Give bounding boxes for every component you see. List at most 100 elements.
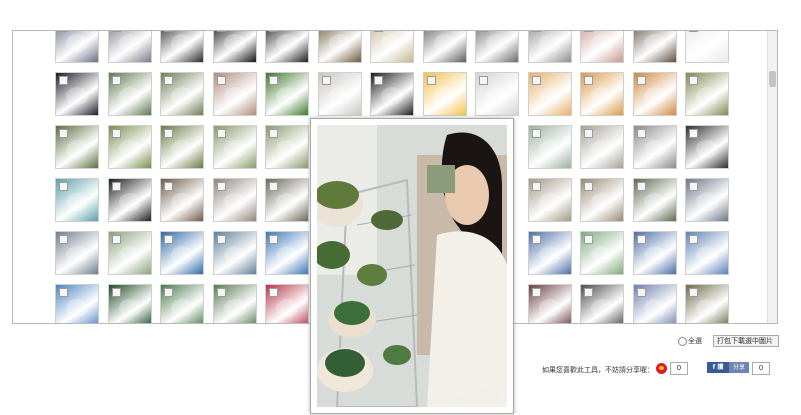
thumbnail-tile[interactable] [685,284,729,323]
thumbnail-checkbox[interactable] [269,76,278,85]
thumbnail-checkbox[interactable] [269,182,278,191]
thumbnail-tile[interactable] [527,284,572,323]
thumbnail-checkbox[interactable] [164,76,173,85]
thumbnail-checkbox[interactable] [531,31,541,32]
thumbnail-tile[interactable] [160,231,204,275]
thumbnail-tile[interactable] [55,125,99,169]
thumbnail-tile[interactable] [370,72,414,116]
download-selected-button[interactable]: 打包下載選中圖片 [713,335,779,347]
thumbnail-tile[interactable] [527,72,572,116]
thumbnail-checkbox[interactable] [59,76,68,85]
vertical-scrollbar[interactable] [767,31,777,323]
thumbnail-tile[interactable] [632,125,677,169]
thumbnail-checkbox[interactable] [59,182,68,191]
thumbnail-tile[interactable] [160,284,204,323]
thumbnail-checkbox[interactable] [531,182,541,191]
thumbnail-tile[interactable] [422,72,467,116]
thumbnail-checkbox[interactable] [216,31,226,32]
thumbnail-checkbox[interactable] [269,235,278,244]
thumbnail-tile[interactable] [632,72,677,116]
thumbnail-tile[interactable] [580,72,624,116]
thumbnail-tile[interactable] [55,31,99,63]
thumbnail-tile[interactable] [212,231,257,275]
thumbnail-checkbox[interactable] [111,288,121,297]
thumbnail-checkbox[interactable] [584,129,593,138]
thumbnail-checkbox[interactable] [426,31,436,32]
thumbnail-checkbox[interactable] [164,182,173,191]
thumbnail-tile[interactable] [107,284,152,323]
thumbnail-checkbox[interactable] [321,76,331,85]
facebook-share-button[interactable]: 分享 [729,362,749,373]
thumbnail-checkbox[interactable] [59,129,68,138]
thumbnail-tile[interactable] [55,178,99,222]
thumbnail-tile[interactable] [632,178,677,222]
thumbnail-tile[interactable] [580,178,624,222]
thumbnail-tile[interactable] [160,31,204,63]
scrollbar-thumb[interactable] [769,71,776,87]
thumbnail-tile[interactable] [55,231,99,275]
thumbnail-checkbox[interactable] [531,76,541,85]
thumbnail-checkbox[interactable] [689,288,698,297]
thumbnail-tile[interactable] [580,125,624,169]
thumbnail-checkbox[interactable] [426,76,436,85]
thumbnail-checkbox[interactable] [584,182,593,191]
thumbnail-checkbox[interactable] [216,129,226,138]
thumbnail-tile[interactable] [160,72,204,116]
thumbnail-checkbox[interactable] [111,129,121,138]
thumbnail-tile[interactable] [685,31,729,63]
thumbnail-checkbox[interactable] [531,235,541,244]
thumbnail-checkbox[interactable] [111,76,121,85]
thumbnail-checkbox[interactable] [269,31,278,32]
weibo-share-icon[interactable] [656,363,667,374]
thumbnail-tile[interactable] [370,31,414,63]
thumbnail-checkbox[interactable] [269,288,278,297]
thumbnail-checkbox[interactable] [584,288,593,297]
thumbnail-tile[interactable] [317,72,362,116]
thumbnail-tile[interactable] [475,72,519,116]
thumbnail-checkbox[interactable] [321,31,331,32]
thumbnail-checkbox[interactable] [584,31,593,32]
thumbnail-tile[interactable] [685,231,729,275]
thumbnail-tile[interactable] [685,72,729,116]
thumbnail-tile[interactable] [422,31,467,63]
thumbnail-tile[interactable] [685,125,729,169]
thumbnail-checkbox[interactable] [164,235,173,244]
thumbnail-tile[interactable] [265,178,309,222]
thumbnail-checkbox[interactable] [689,235,698,244]
thumbnail-checkbox[interactable] [689,129,698,138]
thumbnail-tile[interactable] [685,178,729,222]
thumbnail-tile[interactable] [160,178,204,222]
thumbnail-tile[interactable] [580,31,624,63]
thumbnail-tile[interactable] [632,31,677,63]
thumbnail-tile[interactable] [212,31,257,63]
thumbnail-checkbox[interactable] [584,76,593,85]
thumbnail-tile[interactable] [527,31,572,63]
thumbnail-tile[interactable] [107,125,152,169]
thumbnail-tile[interactable] [265,231,309,275]
thumbnail-tile[interactable] [265,284,309,323]
thumbnail-checkbox[interactable] [479,76,488,85]
thumbnail-tile[interactable] [212,72,257,116]
thumbnail-tile[interactable] [265,72,309,116]
thumbnail-tile[interactable] [55,284,99,323]
thumbnail-checkbox[interactable] [216,182,226,191]
thumbnail-checkbox[interactable] [216,288,226,297]
thumbnail-tile[interactable] [160,125,204,169]
thumbnail-checkbox[interactable] [111,31,121,32]
thumbnail-tile[interactable] [212,178,257,222]
thumbnail-tile[interactable] [527,125,572,169]
thumbnail-tile[interactable] [475,31,519,63]
thumbnail-checkbox[interactable] [636,31,646,32]
thumbnail-checkbox[interactable] [636,129,646,138]
thumbnail-checkbox[interactable] [374,31,383,32]
thumbnail-checkbox[interactable] [216,76,226,85]
thumbnail-checkbox[interactable] [59,235,68,244]
thumbnail-checkbox[interactable] [111,235,121,244]
thumbnail-checkbox[interactable] [164,31,173,32]
thumbnail-checkbox[interactable] [636,235,646,244]
thumbnail-checkbox[interactable] [689,182,698,191]
thumbnail-checkbox[interactable] [636,288,646,297]
thumbnail-tile[interactable] [580,284,624,323]
thumbnail-tile[interactable] [107,178,152,222]
thumbnail-tile[interactable] [55,72,99,116]
